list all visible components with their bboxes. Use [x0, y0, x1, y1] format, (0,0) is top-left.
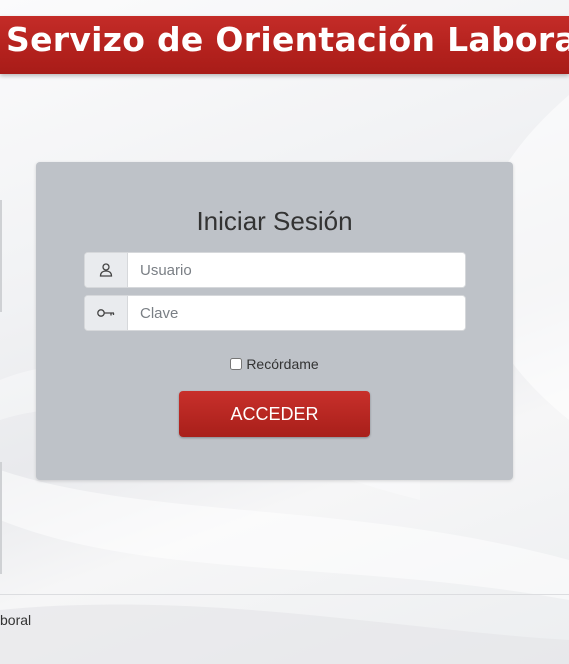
submit-button[interactable]: ACCEDER: [179, 391, 370, 437]
remember-me[interactable]: Recórdame: [36, 356, 513, 372]
username-input-group: [84, 252, 466, 288]
left-edge-divider-bottom: [0, 462, 2, 574]
login-title: Iniciar Sesión: [196, 206, 353, 236]
login-panel: Iniciar Sesión Recórdame ACCEDER: [36, 162, 513, 480]
password-input-group: [84, 295, 466, 331]
password-input[interactable]: [128, 296, 465, 330]
remember-label: Recórdame: [246, 356, 319, 372]
left-edge-divider-top: [0, 200, 2, 312]
user-icon: [85, 253, 128, 287]
footer-divider: [0, 594, 569, 595]
username-input[interactable]: [128, 253, 465, 287]
footer-text: boral: [0, 612, 32, 628]
page-title: Servizo de Orientación Laboral: [6, 20, 569, 59]
key-icon: [85, 296, 128, 330]
remember-checkbox[interactable]: [230, 358, 243, 370]
